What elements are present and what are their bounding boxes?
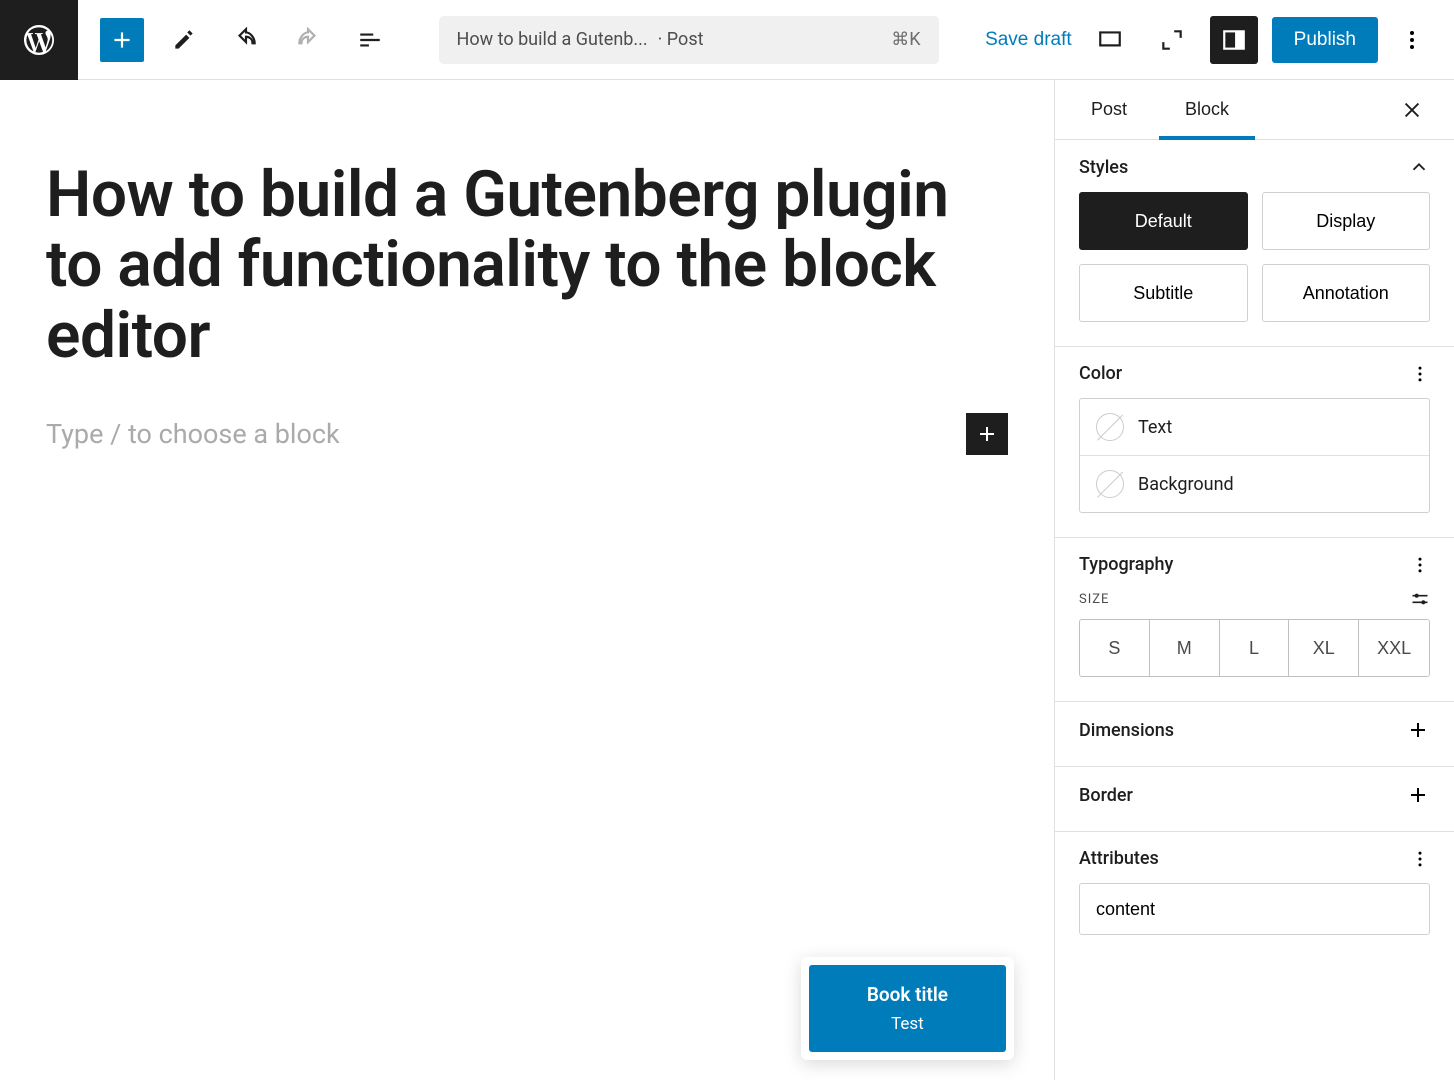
styles-panel-header[interactable]: Styles bbox=[1079, 156, 1430, 178]
size-label: SIZE bbox=[1079, 592, 1109, 607]
settings-sidebar: Post Block Styles Default Display Subtit… bbox=[1054, 80, 1454, 1080]
command-shortcut: ⌘K bbox=[891, 29, 920, 50]
color-panel: Color Text Background bbox=[1055, 347, 1454, 538]
expand-icon bbox=[1159, 27, 1185, 53]
size-s[interactable]: S bbox=[1080, 620, 1150, 676]
tools-button[interactable] bbox=[162, 18, 206, 62]
plus-icon bbox=[975, 422, 999, 446]
view-button[interactable] bbox=[1148, 16, 1196, 64]
size-m[interactable]: M bbox=[1150, 620, 1220, 676]
typography-panel-header[interactable]: Typography bbox=[1079, 554, 1430, 575]
dimensions-label: Dimensions bbox=[1079, 720, 1174, 741]
more-vertical-icon bbox=[1410, 555, 1430, 575]
redo-button[interactable] bbox=[286, 18, 330, 62]
typography-panel: Typography SIZE S M L XL XXL bbox=[1055, 538, 1454, 702]
styles-panel: Styles Default Display Subtitle Annotati… bbox=[1055, 140, 1454, 347]
empty-paragraph-block[interactable]: Type / to choose a block bbox=[46, 413, 1008, 455]
sidebar-toggle-button[interactable] bbox=[1210, 16, 1258, 64]
attributes-label: Attributes bbox=[1079, 848, 1159, 869]
command-palette[interactable]: How to build a Gutenb... · Post ⌘K bbox=[439, 16, 939, 64]
color-text-row[interactable]: Text bbox=[1080, 399, 1429, 455]
command-post-type: · Post bbox=[658, 29, 704, 50]
font-size-presets: S M L XL XXL bbox=[1079, 619, 1430, 677]
top-toolbar: How to build a Gutenb... · Post ⌘K Save … bbox=[0, 0, 1454, 80]
tooltip-title: Book title bbox=[867, 983, 948, 1006]
size-xxl[interactable]: XXL bbox=[1359, 620, 1429, 676]
style-default[interactable]: Default bbox=[1079, 192, 1248, 250]
color-background-label: Background bbox=[1138, 474, 1234, 495]
document-overview-button[interactable] bbox=[348, 18, 392, 62]
color-text-label: Text bbox=[1138, 417, 1172, 438]
add-block-button[interactable] bbox=[100, 18, 144, 62]
color-label: Color bbox=[1079, 363, 1122, 384]
chevron-up-icon bbox=[1408, 156, 1430, 178]
color-background-row[interactable]: Background bbox=[1080, 455, 1429, 512]
sidebar-icon bbox=[1221, 27, 1247, 53]
border-label: Border bbox=[1079, 785, 1133, 806]
sliders-icon[interactable] bbox=[1410, 589, 1430, 609]
undo-button[interactable] bbox=[224, 18, 268, 62]
dimensions-panel: Dimensions bbox=[1055, 702, 1454, 767]
style-display[interactable]: Display bbox=[1262, 192, 1431, 250]
attribute-content-input[interactable] bbox=[1079, 883, 1430, 935]
block-preview-tooltip: Book title Test bbox=[801, 957, 1014, 1060]
swatch-none-icon bbox=[1096, 413, 1124, 441]
plus-icon bbox=[1406, 783, 1430, 807]
attributes-panel-header[interactable]: Attributes bbox=[1079, 848, 1430, 869]
tooltip-subtitle: Test bbox=[867, 1014, 948, 1034]
more-vertical-icon bbox=[1400, 28, 1424, 52]
options-button[interactable] bbox=[1392, 16, 1432, 64]
style-subtitle[interactable]: Subtitle bbox=[1079, 264, 1248, 322]
tab-post[interactable]: Post bbox=[1079, 80, 1139, 139]
border-panel-header[interactable]: Border bbox=[1079, 783, 1430, 807]
border-panel: Border bbox=[1055, 767, 1454, 832]
save-draft-button[interactable]: Save draft bbox=[985, 29, 1072, 51]
more-vertical-icon bbox=[1410, 364, 1430, 384]
plus-icon bbox=[109, 27, 135, 53]
attributes-panel: Attributes bbox=[1055, 832, 1454, 959]
styles-label: Styles bbox=[1079, 157, 1128, 178]
publish-button[interactable]: Publish bbox=[1272, 17, 1378, 63]
more-vertical-icon bbox=[1410, 849, 1430, 869]
tab-block[interactable]: Block bbox=[1173, 80, 1241, 139]
wordpress-logo[interactable] bbox=[0, 0, 78, 80]
desktop-icon bbox=[1097, 27, 1123, 53]
sidebar-tabs: Post Block bbox=[1055, 80, 1454, 140]
command-title: How to build a Gutenb... bbox=[457, 29, 648, 50]
undo-icon bbox=[233, 27, 259, 53]
size-xl[interactable]: XL bbox=[1289, 620, 1359, 676]
close-sidebar-button[interactable] bbox=[1394, 92, 1430, 128]
inline-add-block-button[interactable] bbox=[966, 413, 1008, 455]
block-placeholder: Type / to choose a block bbox=[46, 418, 340, 450]
style-variations: Default Display Subtitle Annotation bbox=[1079, 192, 1430, 322]
editor-canvas[interactable]: How to build a Gutenberg plugin to add f… bbox=[0, 80, 1054, 1080]
size-l[interactable]: L bbox=[1220, 620, 1290, 676]
close-icon bbox=[1401, 99, 1423, 121]
dimensions-panel-header[interactable]: Dimensions bbox=[1079, 718, 1430, 742]
redo-icon bbox=[295, 27, 321, 53]
edit-icon bbox=[171, 27, 197, 53]
swatch-none-icon bbox=[1096, 470, 1124, 498]
color-panel-header[interactable]: Color bbox=[1079, 363, 1430, 384]
typography-label: Typography bbox=[1079, 554, 1173, 575]
preview-button[interactable] bbox=[1086, 16, 1134, 64]
wordpress-icon bbox=[21, 22, 57, 58]
style-annotation[interactable]: Annotation bbox=[1262, 264, 1431, 322]
plus-icon bbox=[1406, 718, 1430, 742]
list-view-icon bbox=[357, 27, 383, 53]
post-title[interactable]: How to build a Gutenberg plugin to add f… bbox=[46, 160, 1008, 371]
